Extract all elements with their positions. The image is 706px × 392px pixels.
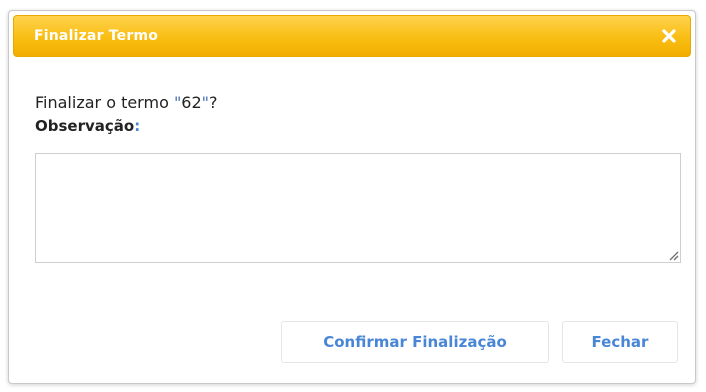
question-prefix: Finalizar o termo — [35, 93, 174, 112]
observation-label-text: Observação — [35, 117, 135, 135]
close-icon — [662, 29, 676, 43]
dialog-title: Finalizar Termo — [34, 28, 159, 44]
observation-colon: : — [134, 117, 141, 135]
question-suffix: ? — [209, 93, 218, 112]
close-dialog-label: Fechar — [591, 333, 649, 351]
finalize-term-dialog: Finalizar Termo Finalizar o termo "62"? … — [8, 10, 696, 384]
close-dialog-button[interactable]: Fechar — [562, 321, 678, 363]
confirm-finalization-label: Confirmar Finalização — [323, 333, 507, 351]
close-button[interactable] — [658, 25, 680, 47]
confirm-finalization-button[interactable]: Confirmar Finalização — [281, 321, 549, 363]
term-quote-close: " — [201, 93, 210, 112]
observation-label: Observação: — [35, 117, 140, 135]
dialog-titlebar: Finalizar Termo — [13, 15, 691, 57]
resize-grip-icon[interactable] — [667, 249, 679, 261]
finalize-question: Finalizar o termo "62"? — [35, 93, 218, 112]
observation-textarea[interactable] — [35, 153, 681, 263]
term-id: 62 — [181, 93, 202, 112]
